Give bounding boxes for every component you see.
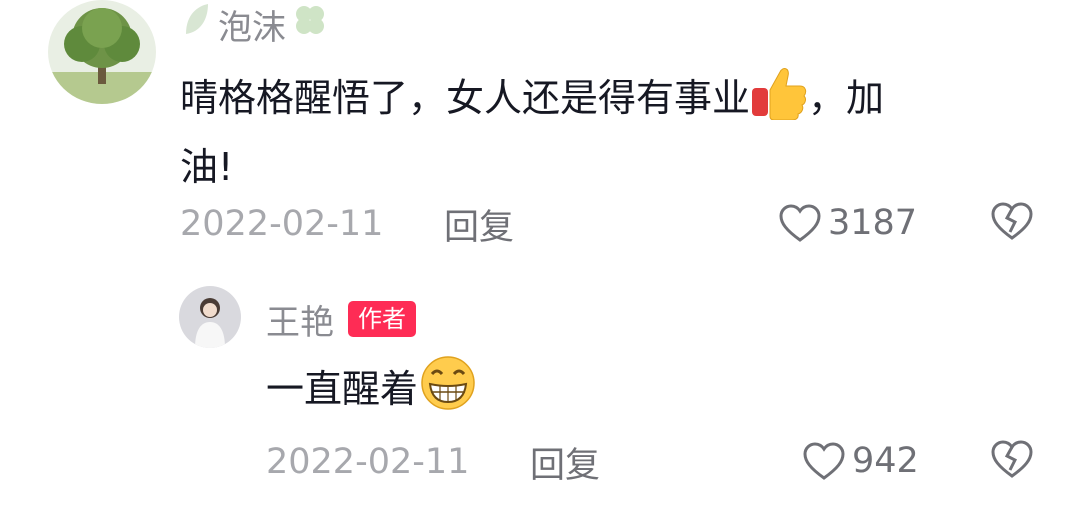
thumbs-up-emoji xyxy=(750,64,808,137)
reply-dislike-button[interactable] xyxy=(990,438,1034,484)
grin-emoji xyxy=(418,354,478,429)
comment-text-part2: ，加 xyxy=(808,76,885,120)
reply-avatar[interactable] xyxy=(179,286,241,348)
reply-button[interactable]: 回复 xyxy=(444,202,514,248)
author-avatar-image xyxy=(179,286,241,348)
comment-text-part3: 油! xyxy=(180,145,234,189)
heart-icon xyxy=(779,204,821,242)
like-count: 3187 xyxy=(828,203,918,243)
comment-username[interactable]: 泡沫 xyxy=(182,0,330,49)
reply-text-content: 一直醒着 xyxy=(266,367,419,411)
clover-icon xyxy=(290,0,330,49)
dislike-button[interactable] xyxy=(990,200,1034,246)
reply-like-button[interactable]: 942 xyxy=(802,438,919,484)
leaf-icon xyxy=(182,0,212,49)
reply-date: 2022-02-11 xyxy=(266,442,470,482)
author-badge: 作者 xyxy=(348,301,416,337)
comment-date: 2022-02-11 xyxy=(180,204,384,244)
heart-icon xyxy=(803,442,845,480)
tree-avatar-image xyxy=(48,0,156,104)
comment-text: 晴格格醒悟了，女人还是得有事业 ，加 油! xyxy=(180,64,1040,197)
like-button[interactable]: 3187 xyxy=(778,200,917,246)
reply-username-text: 王艳 xyxy=(266,302,334,343)
reply-reply-button[interactable]: 回复 xyxy=(530,440,600,486)
broken-heart-icon xyxy=(991,440,1033,478)
broken-heart-icon xyxy=(991,202,1033,240)
reply-text: 一直醒着 xyxy=(266,354,966,429)
reply-like-count: 942 xyxy=(852,441,919,481)
avatar[interactable] xyxy=(48,0,156,104)
reply-username[interactable]: 王艳 作者 xyxy=(266,296,416,343)
comment-text-part1: 晴格格醒悟了，女人还是得有事业 xyxy=(180,76,751,120)
comment-username-text: 泡沫 xyxy=(218,7,286,48)
